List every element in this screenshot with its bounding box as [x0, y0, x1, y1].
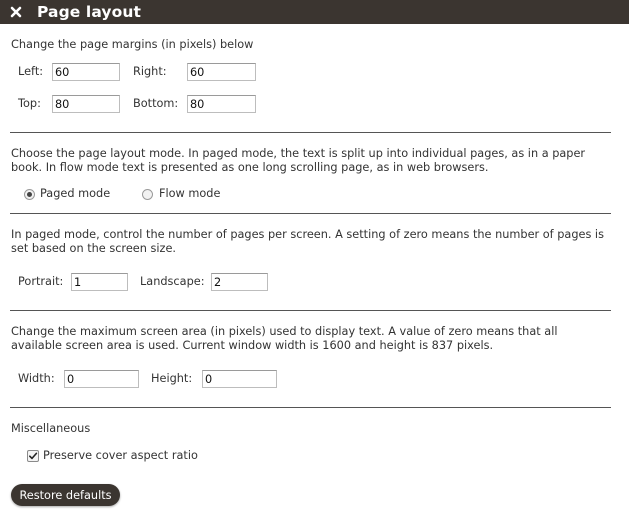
margins-description: Change the page margins (in pixels) belo…: [11, 38, 254, 51]
right-margin-input[interactable]: [187, 63, 256, 81]
dialog-title: Page layout: [37, 3, 141, 21]
flow-mode-radio[interactable]: [142, 189, 153, 200]
landscape-label: Landscape:: [140, 275, 205, 288]
top-margin-input[interactable]: [52, 95, 120, 113]
left-margin-label: Left:: [18, 65, 44, 78]
height-label: Height:: [151, 372, 193, 385]
misc-heading: Miscellaneous: [11, 422, 91, 435]
preserve-cover-checkbox[interactable]: [27, 450, 39, 462]
divider: [10, 213, 611, 214]
divider: [10, 310, 611, 311]
dialog-titlebar: Page layout: [0, 0, 629, 24]
restore-defaults-button[interactable]: Restore defaults: [11, 484, 120, 506]
divider: [10, 407, 611, 408]
layout-mode-description: Choose the page layout mode. In paged mo…: [11, 147, 586, 174]
paged-mode-label[interactable]: Paged mode: [40, 187, 110, 200]
screen-area-description: Change the maximum screen area (in pixel…: [11, 325, 558, 352]
landscape-input[interactable]: [211, 273, 268, 291]
preserve-cover-label[interactable]: Preserve cover aspect ratio: [43, 449, 198, 462]
top-margin-label: Top:: [18, 97, 41, 110]
flow-mode-label[interactable]: Flow mode: [159, 187, 220, 200]
left-margin-input[interactable]: [52, 63, 120, 81]
portrait-input[interactable]: [71, 273, 128, 291]
close-icon[interactable]: [9, 5, 23, 19]
portrait-label: Portrait:: [18, 275, 64, 288]
pages-per-screen-description: In paged mode, control the number of pag…: [11, 228, 604, 255]
checkmark-icon: [29, 452, 38, 460]
width-input[interactable]: [64, 370, 139, 388]
paged-mode-radio[interactable]: [24, 189, 35, 200]
height-input[interactable]: [202, 370, 277, 388]
divider: [10, 132, 611, 133]
right-margin-label: Right:: [133, 65, 167, 78]
width-label: Width:: [18, 372, 55, 385]
bottom-margin-input[interactable]: [187, 95, 256, 113]
bottom-margin-label: Bottom:: [133, 97, 179, 110]
